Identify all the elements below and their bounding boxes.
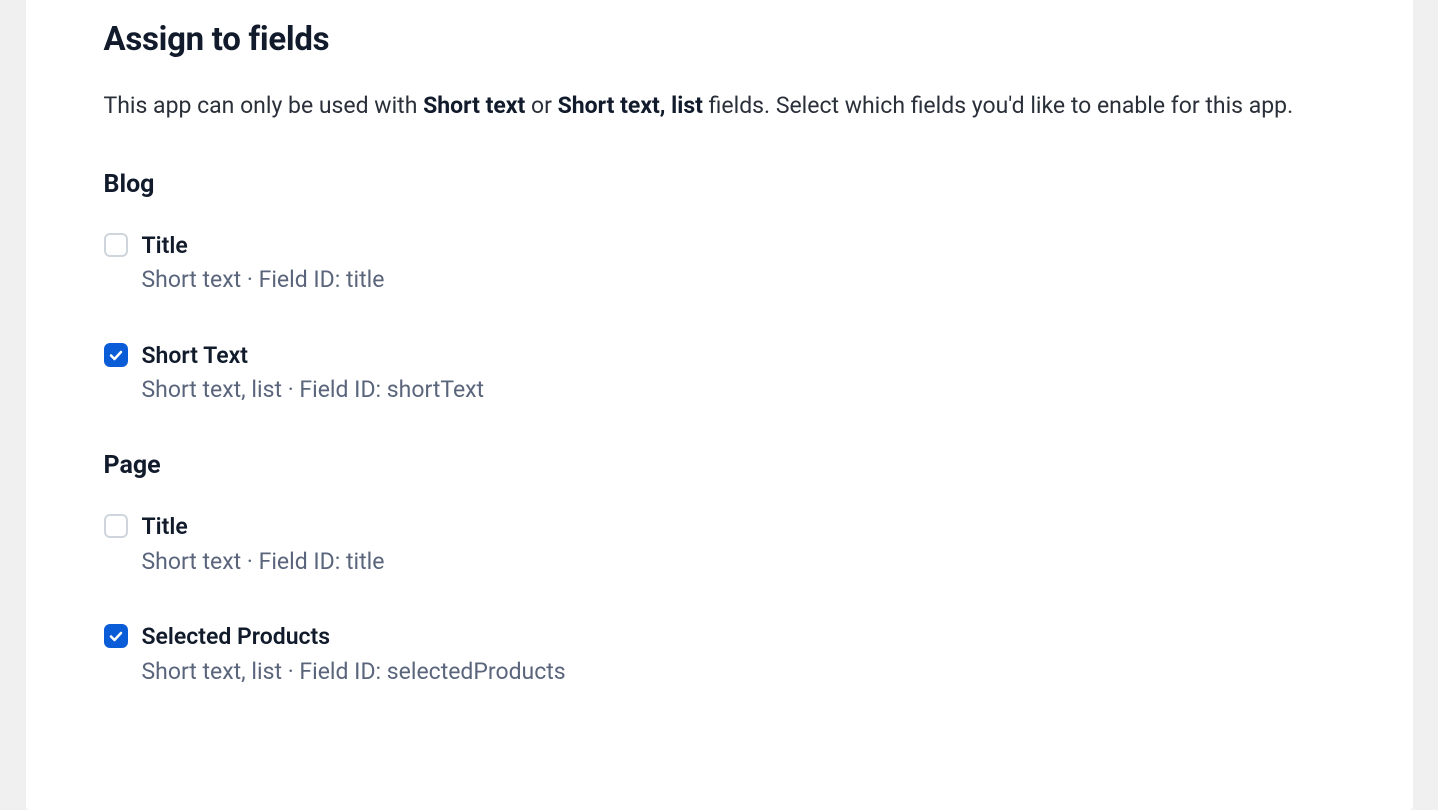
page-heading: Assign to fields (104, 20, 1335, 59)
field-label: Short Text (142, 341, 485, 371)
group-heading-blog: Blog (104, 170, 1335, 199)
field-label: Title (142, 231, 385, 261)
field-item-blog-title[interactable]: Title Short text · Field ID: title (104, 231, 1335, 297)
field-body: Selected Products Short text, list · Fie… (142, 622, 566, 688)
description-prefix: This app can only be used with (104, 92, 424, 119)
field-label: Title (142, 512, 385, 542)
description-mid: or (525, 92, 557, 119)
checkbox-blog-title[interactable] (104, 233, 128, 257)
field-body: Title Short text · Field ID: title (142, 512, 385, 578)
description-bold-1: Short text (423, 92, 525, 119)
field-meta: Short text, list · Field ID: selectedPro… (142, 656, 566, 688)
assign-to-fields-card: Assign to fields This app can only be us… (26, 0, 1413, 810)
field-meta: Short text · Field ID: title (142, 546, 385, 578)
field-label: Selected Products (142, 622, 566, 652)
check-icon (108, 347, 124, 363)
group-heading-page: Page (104, 451, 1335, 480)
field-body: Short Text Short text, list · Field ID: … (142, 341, 485, 407)
field-item-blog-shorttext[interactable]: Short Text Short text, list · Field ID: … (104, 341, 1335, 407)
field-meta: Short text, list · Field ID: shortText (142, 374, 485, 406)
field-group-page: Page Title Short text · Field ID: title … (104, 451, 1335, 688)
field-item-page-title[interactable]: Title Short text · Field ID: title (104, 512, 1335, 578)
description-bold-2: Short text, list (558, 92, 703, 119)
checkbox-page-selectedproducts[interactable] (104, 624, 128, 648)
field-body: Title Short text · Field ID: title (142, 231, 385, 297)
field-item-page-selectedproducts[interactable]: Selected Products Short text, list · Fie… (104, 622, 1335, 688)
checkbox-blog-shorttext[interactable] (104, 343, 128, 367)
field-group-blog: Blog Title Short text · Field ID: title … (104, 170, 1335, 407)
checkbox-page-title[interactable] (104, 514, 128, 538)
description-suffix: fields. Select which fields you'd like t… (703, 92, 1293, 119)
description-text: This app can only be used with Short tex… (104, 89, 1335, 124)
field-meta: Short text · Field ID: title (142, 264, 385, 296)
check-icon (108, 628, 124, 644)
